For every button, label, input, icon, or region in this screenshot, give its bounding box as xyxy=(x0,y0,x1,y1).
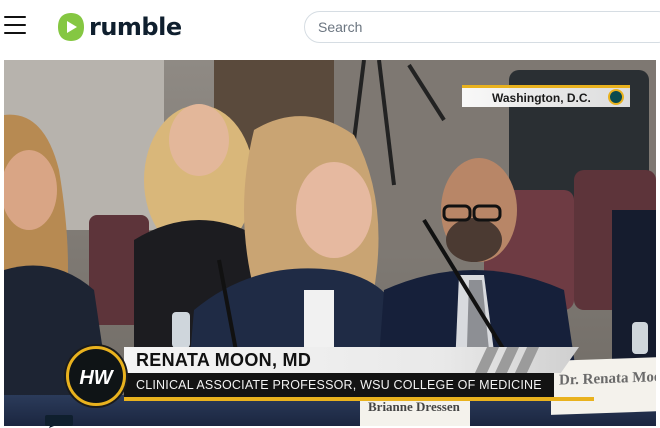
location-dot-icon xyxy=(608,89,624,105)
location-label: Washington, D.C. xyxy=(492,91,591,105)
rumble-logo-icon xyxy=(58,13,84,41)
lower-third-gold-rule xyxy=(124,397,594,401)
speaker-title-bar: CLINICAL ASSOCIATE PROFESSOR, WSU COLLEG… xyxy=(124,373,554,397)
search-input[interactable] xyxy=(305,12,660,42)
speaker-name: RENATA MOON, MD xyxy=(136,350,312,370)
channel-logo-icon: HW xyxy=(66,346,126,406)
channel-logo-text: HW xyxy=(79,367,114,389)
menu-icon[interactable] xyxy=(4,16,26,36)
decorative-stripes xyxy=(474,347,561,373)
rumble-logo-text: rumble xyxy=(89,13,182,41)
search-box[interactable] xyxy=(304,11,660,43)
rumble-logo[interactable]: rumble xyxy=(57,11,182,43)
top-navigation-bar: rumble xyxy=(0,0,660,54)
location-banner: Washington, D.C. xyxy=(462,85,630,107)
speaker-lower-third: RENATA MOON, MD CLINICAL ASSOCIATE PROFE… xyxy=(66,343,594,407)
video-player[interactable]: Washington, D.C. Dr. Renata Moo Brianne … xyxy=(4,60,656,426)
speaker-title: CLINICAL ASSOCIATE PROFESSOR, WSU COLLEG… xyxy=(136,378,542,392)
